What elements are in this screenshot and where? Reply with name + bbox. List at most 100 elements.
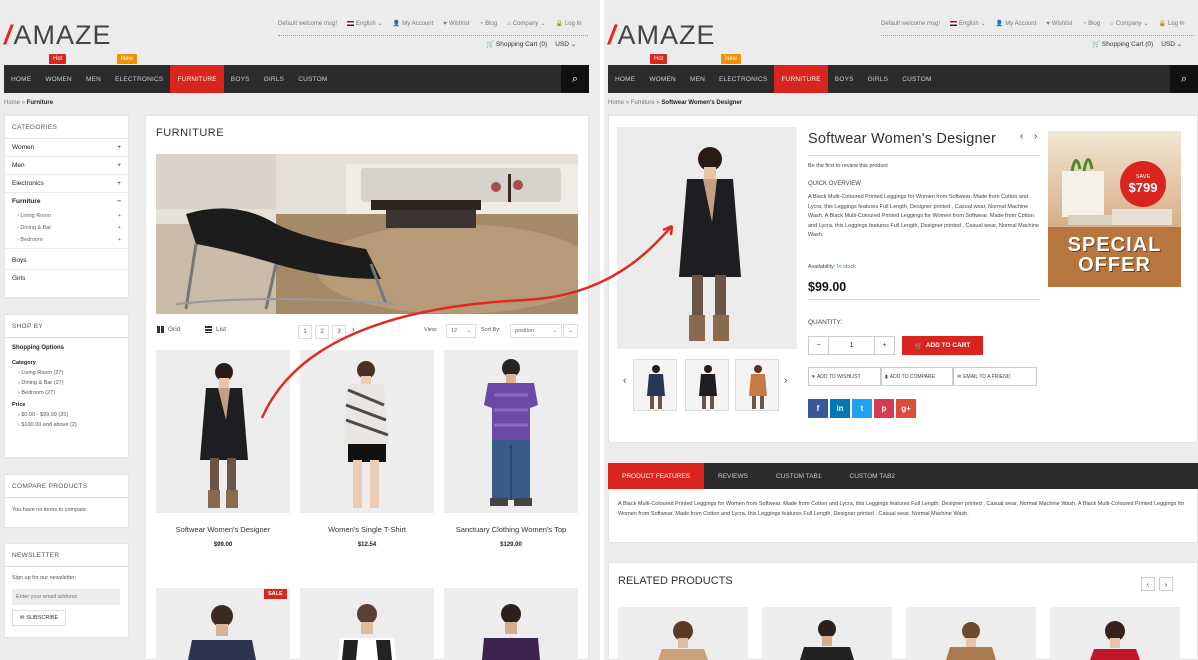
nav-women[interactable]: WOMEN — [642, 65, 683, 93]
filter-option[interactable]: › Dining & Bar (27) — [12, 380, 121, 386]
grid-view-button[interactable]: Grid — [157, 326, 180, 333]
related-next-button[interactable]: › — [1159, 577, 1173, 591]
related-product-image[interactable] — [906, 607, 1036, 660]
category-furniture[interactable]: Furniture − — [5, 193, 128, 210]
product-image[interactable] — [444, 588, 578, 660]
breadcrumb-home[interactable]: Home — [4, 100, 20, 106]
nav-boys[interactable]: BOYS — [828, 65, 861, 93]
pinterest-icon[interactable]: p — [874, 399, 894, 418]
currency-selector[interactable]: USD ⌄ — [555, 40, 576, 48]
newsletter-email-input[interactable] — [12, 589, 120, 605]
nav-men[interactable]: MEN — [683, 65, 712, 93]
filter-option[interactable]: › $0.00 - $99.99 (25) — [12, 412, 121, 418]
product-name[interactable]: Women's Single T-Shirt — [300, 525, 434, 534]
blog-link[interactable]: ◔ Blog — [1082, 21, 1100, 27]
currency-selector[interactable]: USD ⌄ — [1161, 40, 1182, 48]
nav-home[interactable]: HOME — [608, 65, 642, 93]
language-switcher[interactable]: English ⌄ — [347, 20, 383, 27]
cart-summary[interactable]: 🛒 Shopping Cart (0) USD ⌄ — [486, 40, 576, 48]
main-product-image[interactable] — [617, 127, 797, 349]
nav-men[interactable]: MEN — [79, 65, 108, 93]
facebook-icon[interactable]: f — [808, 399, 828, 418]
quantity-stepper[interactable]: − 1 + — [808, 336, 895, 355]
company-link[interactable]: ⌂ Company ⌄ — [507, 20, 545, 28]
product-image[interactable] — [444, 350, 578, 513]
email-friend-button[interactable]: ✉ EMAIL TO A FRIEND — [953, 367, 1037, 386]
nav-furniture[interactable]: FURNITURE — [170, 65, 224, 93]
add-to-wishlist-button[interactable]: ♥ ADD TO WISHLIST — [808, 367, 881, 386]
tab-custom-2[interactable]: CUSTOM TAB2 — [836, 463, 910, 489]
google-plus-icon[interactable]: g+ — [896, 399, 916, 418]
nav-women[interactable]: WOMEN — [38, 65, 79, 93]
linkedin-icon[interactable]: in — [830, 399, 850, 418]
site-logo[interactable]: /AMAZE — [4, 20, 112, 51]
related-product-image[interactable] — [1050, 607, 1180, 660]
company-link[interactable]: ⌂ Company ⌄ — [1110, 20, 1148, 28]
nav-furniture[interactable]: FURNITURE — [774, 65, 828, 93]
product-thumbnail[interactable] — [735, 359, 779, 411]
previous-product-icon[interactable]: ‹ — [1020, 131, 1023, 142]
nav-custom[interactable]: CUSTOM — [895, 65, 938, 93]
category-electronics[interactable]: Electronics + — [5, 175, 128, 193]
filter-option[interactable]: › Bedroom (27) — [12, 390, 121, 396]
subcategory-living-room[interactable]: › Living Room + — [5, 210, 128, 222]
filter-option[interactable]: › $100.00 and above (2) — [12, 422, 121, 428]
special-offer-banner[interactable]: SAVE $799 SPECIAL OFFER — [1048, 131, 1181, 287]
add-to-cart-button[interactable]: 🛒 ADD TO CART — [902, 336, 983, 355]
chevron-left-icon[interactable]: ‹ — [623, 375, 626, 386]
subscribe-button[interactable]: ✉ SUBSCRIBE — [12, 610, 66, 626]
sort-select[interactable]: position ⌄ — [510, 324, 562, 338]
add-to-compare-button[interactable]: ▮ ADD TO COMPARE — [881, 367, 953, 386]
subcategory-bedroom[interactable]: › Bedroom + — [5, 234, 128, 249]
nav-boys[interactable]: BOYS — [224, 65, 257, 93]
view-select[interactable]: 12 ⌄ — [446, 324, 476, 338]
product-image[interactable] — [300, 350, 434, 513]
my-account-link[interactable]: 👤 My Account — [393, 20, 434, 28]
product-name[interactable]: Sanctuary Clothing Women's Top — [444, 525, 578, 534]
login-link[interactable]: 🔒 Log In — [555, 20, 581, 28]
decrease-qty-button[interactable]: − — [809, 337, 829, 354]
twitter-icon[interactable]: t — [852, 399, 872, 418]
cart-summary[interactable]: 🛒 Shopping Cart (0) USD ⌄ — [1092, 40, 1182, 48]
nav-home[interactable]: HOME — [4, 65, 38, 93]
next-page-icon[interactable]: › — [352, 325, 355, 334]
product-name[interactable]: Softwear Women's Designer — [156, 525, 290, 534]
review-link[interactable]: Be the first to review this product — [808, 162, 888, 172]
my-account-link[interactable]: 👤 My Account — [996, 20, 1037, 28]
increase-qty-button[interactable]: + — [874, 337, 894, 354]
next-product-icon[interactable]: › — [1034, 131, 1037, 142]
breadcrumb-home[interactable]: Home — [608, 100, 624, 106]
related-product-image[interactable] — [618, 607, 748, 660]
search-button[interactable]: ⌕ — [561, 65, 589, 93]
breadcrumb-furniture[interactable]: Furniture — [631, 100, 655, 106]
category-women[interactable]: Women + — [5, 139, 128, 157]
site-logo[interactable]: /AMAZE — [608, 20, 716, 51]
filter-option[interactable]: › Living Room (27) — [12, 370, 121, 376]
product-image[interactable] — [156, 350, 290, 513]
blog-link[interactable]: ◔ Blog — [479, 21, 497, 27]
tab-custom-1[interactable]: CUSTOM TAB1 — [762, 463, 836, 489]
chevron-right-icon[interactable]: › — [784, 375, 787, 386]
subcategory-dining-bar[interactable]: › Dining & Bar + — [5, 222, 128, 234]
search-button[interactable]: ⌕ — [1170, 65, 1198, 93]
product-thumbnail[interactable] — [685, 359, 729, 411]
nav-electronics[interactable]: ELECTRONICS — [712, 65, 774, 93]
related-product-image[interactable] — [762, 607, 892, 660]
page-2[interactable]: 2 — [315, 325, 329, 339]
nav-electronics[interactable]: ELECTRONICS — [108, 65, 170, 93]
wishlist-link[interactable]: ♥ Wishlist — [1046, 21, 1072, 27]
page-3[interactable]: 3 — [332, 325, 346, 339]
nav-girls[interactable]: GIRLS — [257, 65, 292, 93]
quantity-input[interactable]: 1 — [829, 337, 874, 354]
tab-reviews[interactable]: REVIEWS — [704, 463, 762, 489]
product-thumbnail[interactable] — [633, 359, 677, 411]
sort-direction-button[interactable]: ⌄ — [563, 324, 578, 338]
language-switcher[interactable]: English ⌄ — [950, 20, 986, 27]
nav-girls[interactable]: GIRLS — [861, 65, 896, 93]
product-image[interactable] — [300, 588, 434, 660]
category-men[interactable]: Men + — [5, 157, 128, 175]
tab-product-features[interactable]: PRODUCT FEATURES — [608, 463, 705, 489]
login-link[interactable]: 🔒 Log In — [1158, 20, 1184, 28]
list-view-button[interactable]: List — [205, 326, 226, 333]
nav-custom[interactable]: CUSTOM — [291, 65, 334, 93]
